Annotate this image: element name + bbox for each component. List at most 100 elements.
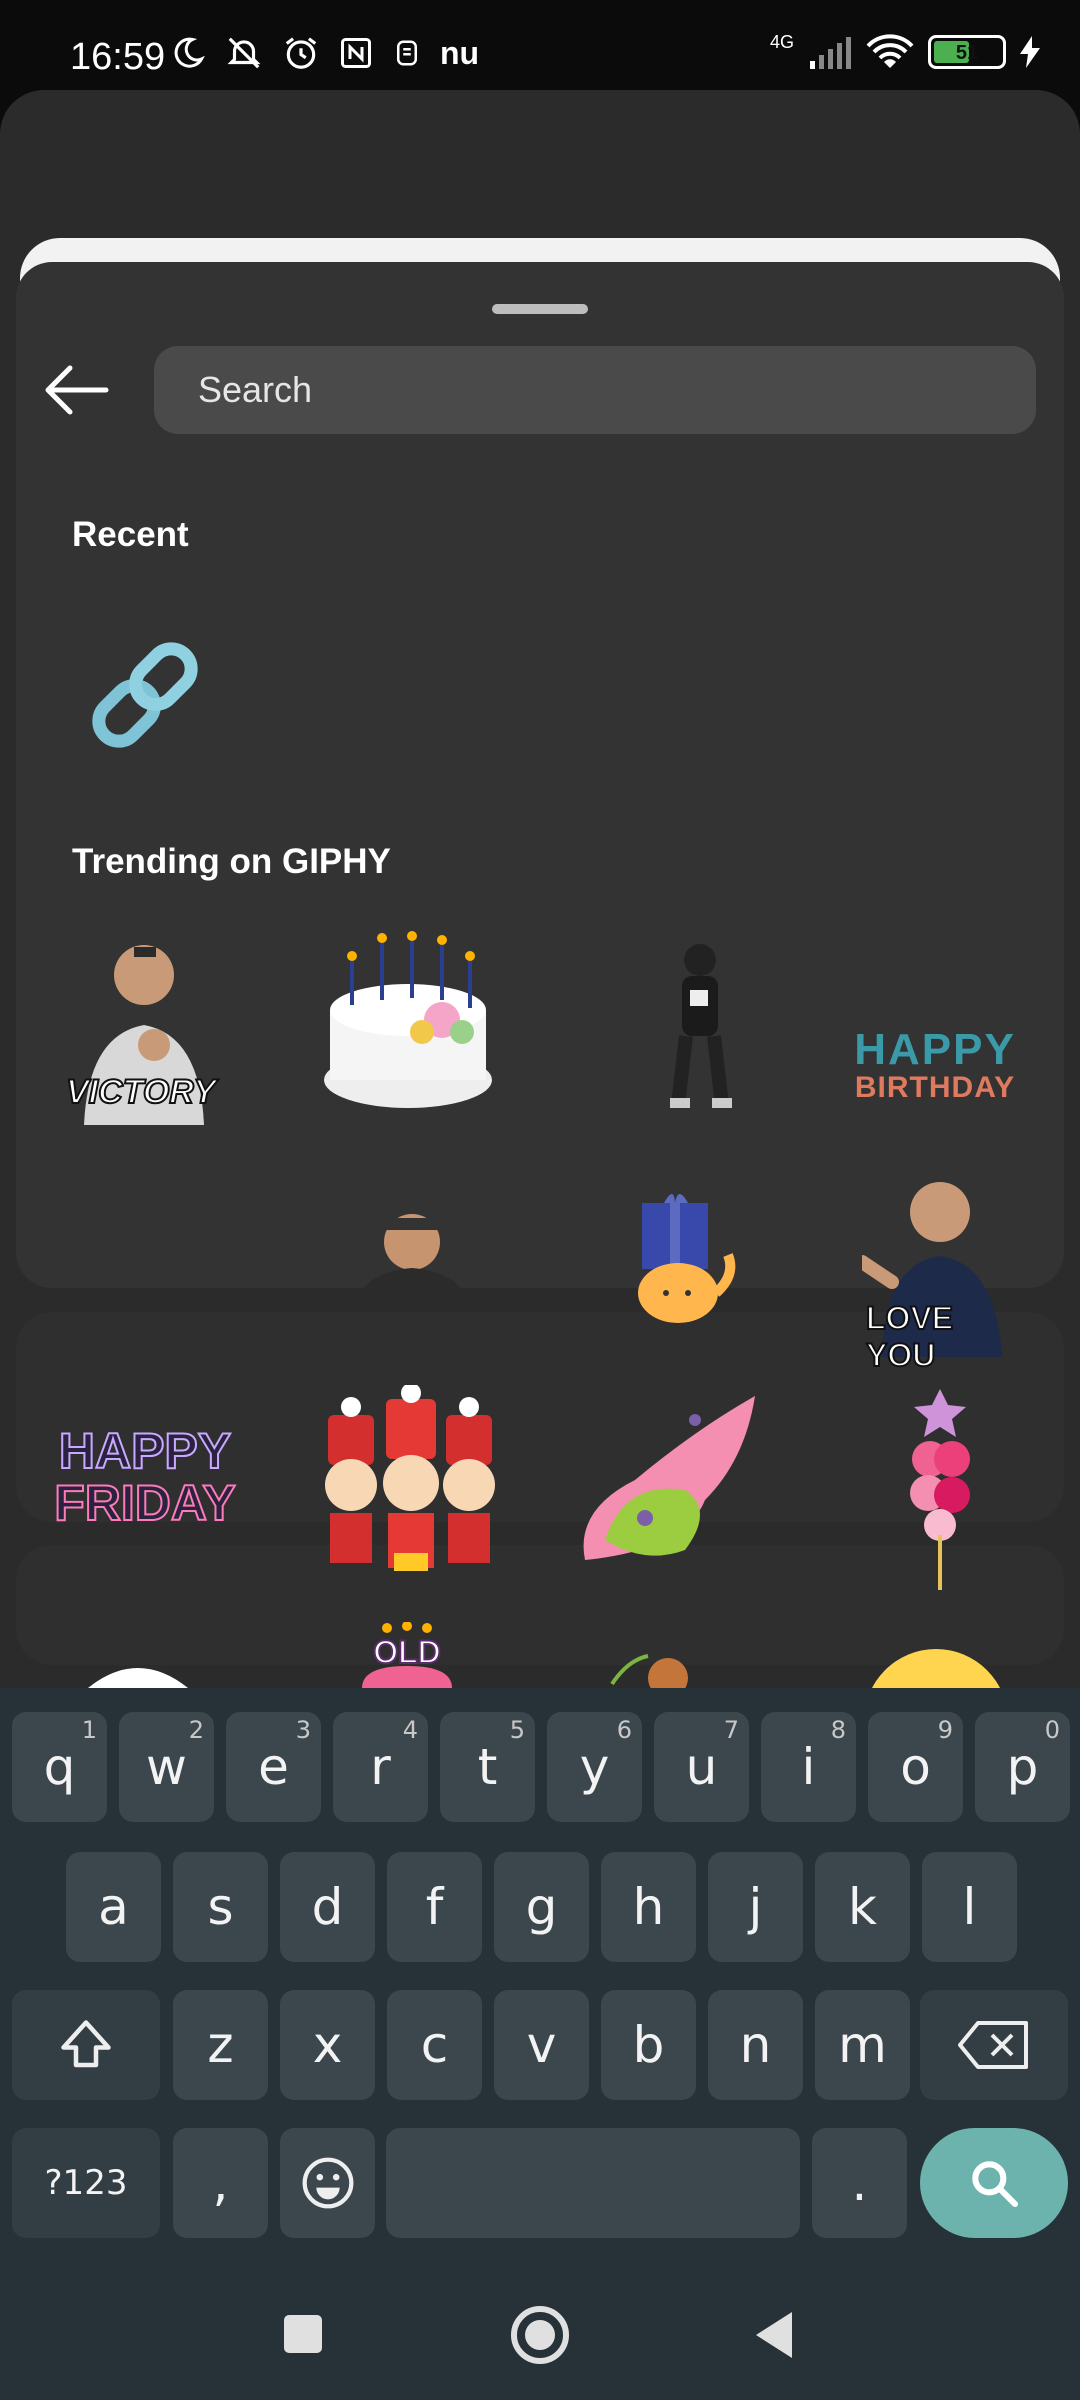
key-s[interactable]: s: [173, 1852, 268, 1962]
status-icons-left: nu: [170, 34, 479, 72]
comma-key[interactable]: ,: [173, 2128, 268, 2238]
key-label: l: [962, 1878, 977, 1936]
sticker-gingerbread[interactable]: [608, 1650, 698, 1688]
moon-icon: [174, 37, 205, 68]
key-label: y: [579, 1738, 610, 1796]
key-w[interactable]: w2: [119, 1712, 214, 1822]
key-label: ,: [212, 2154, 229, 2212]
key-label: x: [312, 2016, 343, 2074]
link-sticker-icon[interactable]: [80, 630, 210, 760]
key-o[interactable]: o9: [868, 1712, 963, 1822]
key-label: m: [838, 2016, 887, 2074]
key-l[interactable]: l: [922, 1852, 1017, 1962]
sticker-victory[interactable]: VICTORY: [64, 925, 224, 1125]
battery-level: 51: [955, 42, 979, 64]
sticker-label: OLD: [372, 1633, 442, 1671]
key-e[interactable]: e3: [226, 1712, 321, 1822]
recents-square-icon[interactable]: [282, 2313, 326, 2357]
sticker-dancing-man[interactable]: [660, 940, 740, 1110]
sticker-happy-friday[interactable]: HAPPY FRIDAY: [50, 1423, 240, 1535]
sticker-label: VICTORY: [65, 1072, 217, 1112]
key-label: j: [748, 1878, 763, 1936]
key-n[interactable]: n: [708, 1990, 803, 2100]
key-label: u: [685, 1738, 718, 1796]
key-a[interactable]: a: [66, 1852, 161, 1962]
key-label: d: [311, 1878, 344, 1936]
key-hint: 2: [188, 1716, 204, 1744]
sticker-toy-soldiers[interactable]: [320, 1383, 500, 1580]
app-icon: [397, 40, 417, 66]
search-field[interactable]: [154, 346, 1036, 434]
sticker-happy-birthday[interactable]: HAPPY BIRTHDAY: [840, 1028, 1030, 1108]
sticker-love-you[interactable]: LOVE YOU: [855, 1172, 1012, 1374]
backspace-key[interactable]: [920, 1990, 1068, 2100]
back-triangle-icon[interactable]: [752, 2310, 796, 2360]
sticker-chef[interactable]: [350, 1200, 475, 1310]
key-j[interactable]: j: [708, 1852, 803, 1962]
key-p[interactable]: p0: [975, 1712, 1070, 1822]
sticker-smiley[interactable]: [866, 1646, 1006, 1688]
key-u[interactable]: u7: [654, 1712, 749, 1822]
key-g[interactable]: g: [494, 1852, 589, 1962]
key-y[interactable]: y6: [547, 1712, 642, 1822]
key-h[interactable]: h: [601, 1852, 696, 1962]
sticker-birthday-cake[interactable]: [322, 920, 494, 1120]
emoji-face-icon: [302, 2157, 353, 2209]
person-figure-icon: [354, 1214, 470, 1310]
sticker-old[interactable]: OLD: [352, 1622, 462, 1688]
key-label: g: [525, 1878, 558, 1936]
search-icon: [972, 2161, 1019, 2208]
search-key[interactable]: [920, 2128, 1068, 2238]
status-time: 16:59: [70, 36, 166, 78]
key-label: o: [900, 1738, 931, 1796]
key-c[interactable]: c: [387, 1990, 482, 2100]
search-input[interactable]: [154, 346, 1036, 434]
sticker-partial-white[interactable]: [88, 1658, 188, 1688]
key-f[interactable]: f: [387, 1852, 482, 1962]
key-label: z: [207, 2016, 234, 2074]
status-icons-right: 4G 51: [769, 31, 1040, 70]
emoji-key[interactable]: [280, 2128, 375, 2238]
key-t[interactable]: t5: [440, 1712, 535, 1822]
key-i[interactable]: i8: [761, 1712, 856, 1822]
starfish-icon: [583, 1396, 755, 1560]
key-d[interactable]: d: [280, 1852, 375, 1962]
key-z[interactable]: z: [173, 1990, 268, 2100]
back-arrow-icon[interactable]: [40, 360, 112, 420]
signal-icon: [810, 37, 851, 69]
sticker-label: HAPPY: [854, 1025, 1016, 1074]
sticker-balloons[interactable]: [900, 1385, 980, 1590]
sticker-cat-gift[interactable]: [628, 1185, 740, 1330]
network-type: 4G: [769, 31, 794, 52]
drag-handle[interactable]: [492, 304, 588, 314]
shift-arrow-icon: [61, 2020, 111, 2068]
key-k[interactable]: k: [815, 1852, 910, 1962]
key-b[interactable]: b: [601, 1990, 696, 2100]
person-figure-icon: [670, 944, 732, 1108]
symbols-key[interactable]: ?123: [12, 2128, 160, 2238]
key-label: v: [526, 2016, 557, 2074]
sticker-label: LOVE YOU: [865, 1299, 954, 1374]
home-circle-icon[interactable]: [508, 2303, 572, 2367]
key-label: h: [632, 1878, 665, 1936]
key-label: n: [739, 2016, 772, 2074]
key-label: w: [146, 1738, 187, 1796]
key-hint: 3: [295, 1716, 311, 1744]
shift-key[interactable]: [12, 1990, 160, 2100]
period-key[interactable]: .: [812, 2128, 907, 2238]
space-key[interactable]: [386, 2128, 800, 2238]
gingerbread-icon: [610, 1654, 688, 1688]
key-label: e: [258, 1738, 289, 1796]
recent-title: Recent: [72, 515, 189, 554]
key-x[interactable]: x: [280, 1990, 375, 2100]
key-hint: 0: [1044, 1716, 1060, 1744]
key-q[interactable]: q1: [12, 1712, 107, 1822]
key-r[interactable]: r4: [333, 1712, 428, 1822]
key-m[interactable]: m: [815, 1990, 910, 2100]
bell-off-icon: [227, 37, 261, 69]
key-v[interactable]: v: [494, 1990, 589, 2100]
toy-soldiers-icon: [325, 1383, 495, 1571]
sticker-patrick-star[interactable]: [575, 1390, 765, 1565]
key-label: f: [425, 1878, 444, 1936]
sticker-label: HAPPY: [58, 1423, 232, 1479]
